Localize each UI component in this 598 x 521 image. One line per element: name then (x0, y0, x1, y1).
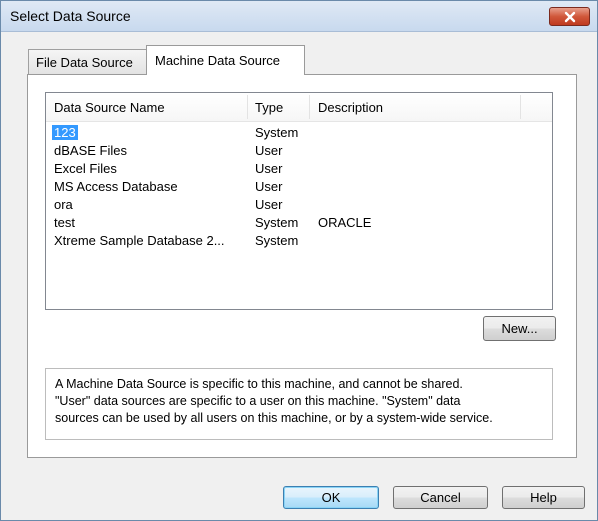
list-row[interactable]: Xtreme Sample Database 2... System (46, 232, 552, 250)
list-row[interactable]: dBASE Files User (46, 142, 552, 160)
cell-description: ORACLE (318, 215, 372, 230)
cell-name: dBASE Files (54, 143, 127, 158)
tab-machine-data-source[interactable]: Machine Data Source (146, 45, 305, 75)
tab-label: File Data Source (36, 55, 133, 70)
new-button[interactable]: New... (483, 316, 556, 341)
list-row[interactable]: test System ORACLE (46, 214, 552, 232)
cell-type: User (255, 179, 283, 194)
cell-name: MS Access Database (54, 179, 178, 194)
column-divider[interactable] (309, 95, 310, 119)
tab-label: Machine Data Source (155, 53, 281, 68)
dialog-window: Select Data Source File Data Source Mach… (0, 0, 598, 521)
cell-type: System (255, 233, 299, 248)
title-bar[interactable]: Select Data Source (1, 1, 597, 32)
data-source-list[interactable]: Data Source Name Type Description 123 Sys… (45, 92, 553, 310)
cell-type: User (255, 197, 283, 212)
cell-name: 123 (52, 125, 78, 140)
cancel-button[interactable]: Cancel (393, 486, 488, 509)
description-box: A Machine Data Source is specific to thi… (45, 368, 553, 440)
description-line: sources can be used by all users on this… (55, 411, 493, 425)
cell-type: System (255, 125, 299, 140)
column-header-description[interactable]: Description (318, 100, 383, 115)
list-row[interactable]: MS Access Database User (46, 178, 552, 196)
cell-type: User (255, 161, 283, 176)
list-row[interactable]: ora User (46, 196, 552, 214)
cell-name: test (54, 215, 75, 230)
tab-file-data-source[interactable]: File Data Source (28, 49, 147, 74)
column-header-type[interactable]: Type (255, 100, 283, 115)
list-row[interactable]: 123 System (46, 124, 552, 142)
cell-name: Xtreme Sample Database 2... (54, 233, 225, 248)
help-button[interactable]: Help (502, 486, 585, 509)
column-divider[interactable] (520, 95, 521, 119)
ok-button[interactable]: OK (283, 486, 379, 509)
column-divider[interactable] (247, 95, 248, 119)
description-line: A Machine Data Source is specific to thi… (55, 377, 463, 391)
column-header-name[interactable]: Data Source Name (54, 100, 165, 115)
tab-panel: Data Source Name Type Description 123 Sys… (27, 74, 577, 458)
close-icon (564, 11, 576, 23)
cell-type: User (255, 143, 283, 158)
list-header: Data Source Name Type Description (46, 93, 552, 122)
dialog-title: Select Data Source (10, 8, 131, 24)
close-button[interactable] (549, 7, 590, 26)
cell-type: System (255, 215, 299, 230)
cell-name: Excel Files (54, 161, 117, 176)
cell-name: ora (54, 197, 73, 212)
description-line: "User" data sources are specific to a us… (55, 394, 461, 408)
list-row[interactable]: Excel Files User (46, 160, 552, 178)
